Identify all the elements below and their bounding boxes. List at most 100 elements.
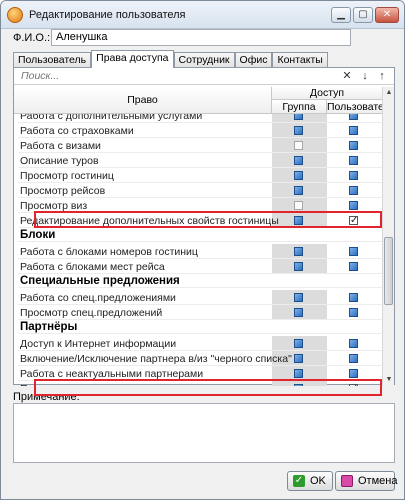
section-header: Партнёры xyxy=(14,320,382,334)
tab-2[interactable]: Сотрудник xyxy=(173,52,235,68)
rights-row[interactable]: Просмотр рейсов xyxy=(14,183,382,198)
user-access-checkbox[interactable] xyxy=(349,141,358,150)
group-access-checkbox xyxy=(294,293,303,302)
rights-row[interactable]: Просмотр спец.предложений xyxy=(14,305,382,320)
group-access-checkbox xyxy=(294,369,303,378)
row-label: Работа с дополнительными услугами xyxy=(20,114,203,122)
rights-grid: Право Доступ Группа Пользователь Работа … xyxy=(14,87,382,386)
grid-scrollbar[interactable]: ▲ ▼ xyxy=(382,87,394,386)
row-label: Работа со спец.предложениями xyxy=(20,292,176,304)
rights-row[interactable]: Работа с дополнительными услугами xyxy=(14,114,382,123)
row-label: Работа с блоками мест рейса xyxy=(20,261,165,273)
rights-row[interactable]: Доступ к Интернет информации xyxy=(14,336,382,351)
user-access-checkbox[interactable] xyxy=(349,156,358,165)
column-header-user[interactable]: Пользователь xyxy=(327,100,382,114)
row-label: Просмотр рейсов xyxy=(20,185,106,197)
user-access-checkbox[interactable] xyxy=(349,339,358,348)
ok-button-label: OK xyxy=(310,475,326,487)
check-icon: ✓ xyxy=(293,475,305,487)
search-input[interactable] xyxy=(17,69,333,83)
row-label: Доступ к Интернет информации xyxy=(20,338,177,350)
rights-row[interactable]: Включение/Исключение партнера в/из "черн… xyxy=(14,351,382,366)
column-header-dostup: Доступ xyxy=(272,87,382,100)
group-access-checkbox xyxy=(294,114,303,120)
row-label: Просмотр спец.предложений xyxy=(20,307,163,319)
row-label: Работа с визами xyxy=(20,140,101,152)
minimize-button[interactable]: ▁ xyxy=(331,7,351,23)
user-edit-window: Редактирование пользователя ▁ ▢ ✕ Ф.И.О.… xyxy=(0,0,405,500)
column-header-group[interactable]: Группа xyxy=(272,100,327,114)
rights-row[interactable]: Просмотр гостиниц xyxy=(14,168,382,183)
group-access-checkbox xyxy=(294,308,303,317)
section-header: Специальные предложения xyxy=(14,274,382,288)
highlight-box xyxy=(34,211,382,228)
grid-rows: Работа с дополнительными услугами Работа … xyxy=(14,114,382,386)
maximize-button[interactable]: ▢ xyxy=(353,7,373,23)
rights-row[interactable]: Описание туров xyxy=(14,153,382,168)
scroll-up-icon[interactable]: ▲ xyxy=(383,87,395,99)
user-access-checkbox[interactable] xyxy=(349,262,358,271)
fio-input[interactable]: Аленушка xyxy=(51,29,351,46)
group-access-checkbox xyxy=(294,354,303,363)
group-access-checkbox xyxy=(294,262,303,271)
user-access-checkbox[interactable] xyxy=(349,369,358,378)
group-access-checkbox xyxy=(294,156,303,165)
group-access-checkbox xyxy=(294,247,303,256)
user-access-checkbox[interactable] xyxy=(349,308,358,317)
rights-row[interactable]: Работа со спец.предложениями xyxy=(14,290,382,305)
row-divider xyxy=(18,287,382,288)
row-label: Включение/Исключение партнера в/из "черн… xyxy=(20,353,292,365)
arrow-up-icon[interactable]: ↑ xyxy=(376,70,388,82)
scroll-thumb[interactable] xyxy=(384,237,393,305)
note-textarea[interactable] xyxy=(13,403,395,463)
user-access-checkbox[interactable] xyxy=(349,171,358,180)
title-bar[interactable]: Редактирование пользователя ▁ ▢ ✕ xyxy=(1,1,404,29)
column-header-pravo[interactable]: Право xyxy=(14,87,272,114)
user-access-checkbox[interactable] xyxy=(349,247,358,256)
row-label: Работа с блоками номеров гостиниц xyxy=(20,246,198,258)
ok-button[interactable]: ✓ OK xyxy=(287,471,333,491)
row-label: Партнёры xyxy=(20,321,78,333)
scroll-down-icon[interactable]: ▼ xyxy=(383,374,395,386)
clear-search-icon[interactable]: ✕ xyxy=(341,70,353,82)
rights-row[interactable]: Работа со страховками xyxy=(14,123,382,138)
arrow-down-icon[interactable]: ↓ xyxy=(359,70,371,82)
row-label: Описание туров xyxy=(20,155,99,167)
cancel-button-label: Отмена xyxy=(358,475,398,487)
tab-4[interactable]: Контакты xyxy=(272,52,328,68)
user-access-checkbox[interactable] xyxy=(349,126,358,135)
row-divider xyxy=(18,241,382,242)
user-access-checkbox[interactable] xyxy=(349,114,358,120)
row-label: Блоки xyxy=(20,229,56,241)
window-title: Редактирование пользователя xyxy=(29,9,186,21)
group-access-checkbox xyxy=(294,339,303,348)
user-access-checkbox[interactable] xyxy=(349,293,358,302)
search-bar: ✕ ↓ ↑ xyxy=(14,68,394,85)
user-access-checkbox[interactable] xyxy=(349,354,358,363)
row-label: Специальные предложения xyxy=(20,275,180,287)
row-label: Просмотр гостиниц xyxy=(20,170,114,182)
user-access-checkbox[interactable] xyxy=(349,201,358,210)
highlight-box xyxy=(34,379,382,396)
fio-label: Ф.И.О.: xyxy=(13,32,51,44)
group-access-checkbox xyxy=(294,171,303,180)
app-icon xyxy=(7,7,23,23)
group-access-checkbox xyxy=(294,186,303,195)
tab-3[interactable]: Офис xyxy=(234,52,273,68)
rights-row[interactable]: Работа с блоками номеров гостиниц xyxy=(14,244,382,259)
group-access-checkbox xyxy=(294,201,303,210)
row-divider xyxy=(18,333,382,334)
close-button[interactable]: ✕ xyxy=(375,7,399,23)
cancel-button[interactable]: Отмена xyxy=(335,471,398,491)
tab-1[interactable]: Права доступа xyxy=(91,50,174,68)
cancel-icon xyxy=(341,475,353,487)
user-access-checkbox[interactable] xyxy=(349,186,358,195)
rights-row[interactable]: Работа с визами xyxy=(14,138,382,153)
group-access-checkbox xyxy=(294,141,303,150)
row-label: Работа со страховками xyxy=(20,125,134,137)
rights-row[interactable]: Работа с блоками мест рейса xyxy=(14,259,382,274)
tab-0[interactable]: Пользователь xyxy=(13,52,92,68)
group-access-checkbox xyxy=(294,126,303,135)
section-header: Блоки xyxy=(14,228,382,242)
tab-strip: Пользователь Права доступа Сотрудник Офис Ко… xyxy=(13,50,328,68)
